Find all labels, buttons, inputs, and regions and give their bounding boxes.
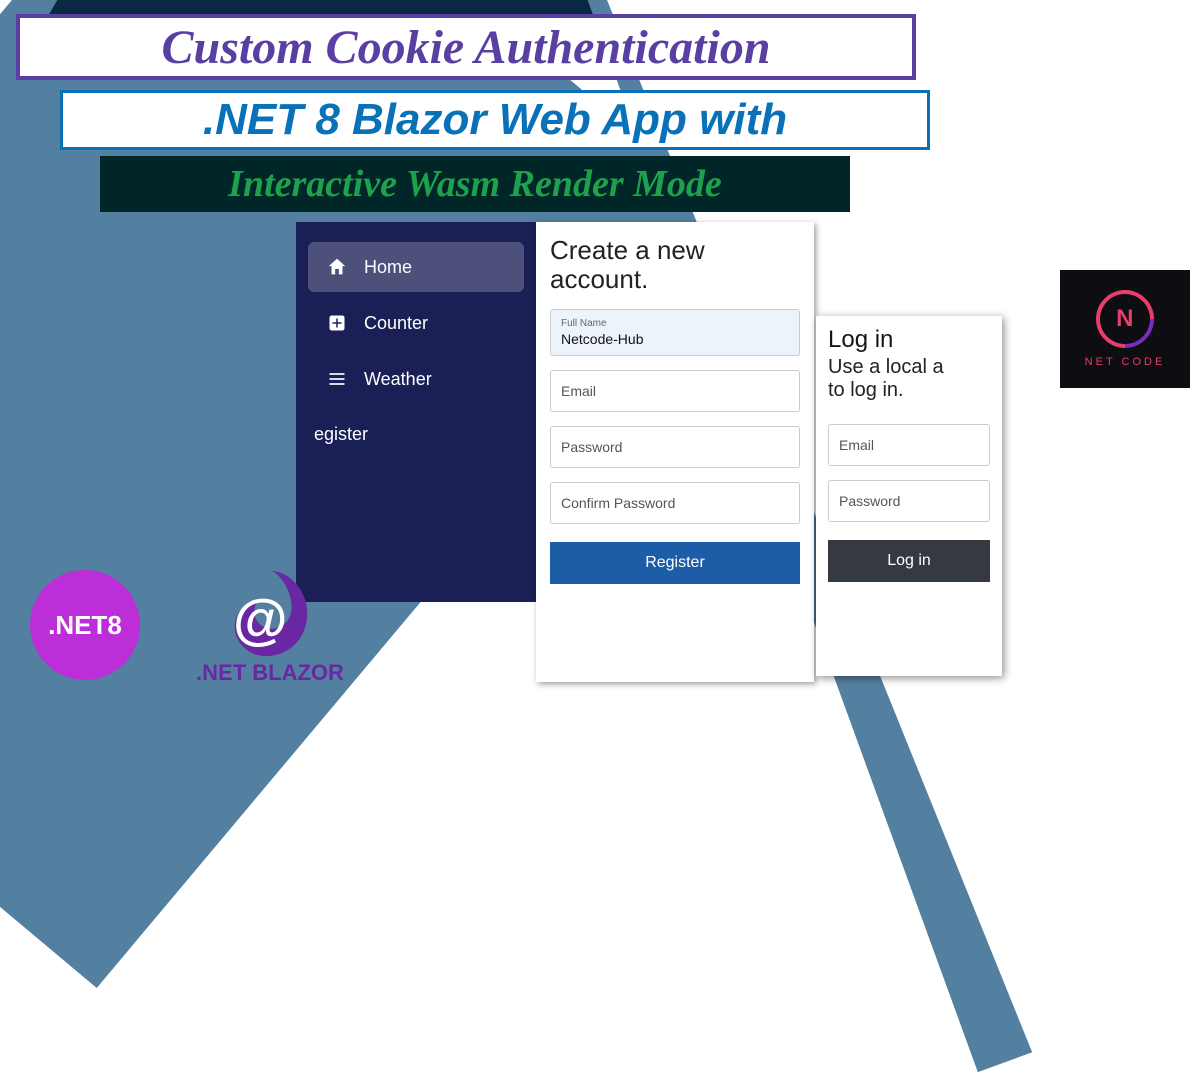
title-text-1: Custom Cookie Authentication — [161, 20, 770, 75]
netcode-logo-badge: N NET CODE — [1060, 270, 1190, 388]
create-heading: Create a new account. — [550, 236, 800, 293]
net8-badge: .NET8 — [30, 570, 140, 680]
title-text-3: Interactive Wasm Render Mode — [228, 162, 722, 206]
sidebar-item-weather[interactable]: Weather — [308, 354, 524, 404]
plus-icon — [326, 312, 348, 334]
login-button[interactable]: Log in — [828, 540, 990, 582]
login-email-label: Email — [839, 433, 979, 457]
register-button[interactable]: Register — [550, 542, 800, 584]
title-bar-2: .NET 8 Blazor Web App with — [60, 90, 930, 150]
password-label: Password — [561, 435, 789, 459]
sidebar-nav: Home Counter Weather egister — [296, 222, 536, 602]
sidebar-item-label: egister — [314, 424, 368, 445]
net8-label: .NET8 — [48, 610, 122, 641]
title-text-2: .NET 8 Blazor Web App with — [203, 95, 787, 145]
sidebar-item-label: Weather — [364, 369, 432, 390]
confirm-password-label: Confirm Password — [561, 491, 789, 515]
create-account-panel: Create a new account. Full Name Netcode-… — [536, 222, 814, 682]
login-panel: Log in Use a local ato log in. Email Pas… — [816, 316, 1002, 676]
email-label: Email — [561, 379, 789, 403]
blazor-flame-icon: @ — [221, 566, 319, 664]
title-bar-3: Interactive Wasm Render Mode — [100, 156, 850, 212]
netcode-n-icon: N — [1116, 305, 1133, 333]
sidebar-item-home[interactable]: Home — [308, 242, 524, 292]
home-icon — [326, 256, 348, 278]
netcode-label: NET CODE — [1085, 356, 1166, 368]
sidebar-item-label: Home — [364, 257, 412, 278]
fullname-value: Netcode-Hub — [561, 331, 789, 347]
netcode-ring-icon: N — [1084, 278, 1166, 360]
login-password-field[interactable]: Password — [828, 480, 990, 522]
login-subheading: Use a local ato log in. — [828, 356, 990, 402]
at-icon: @ — [233, 586, 288, 651]
password-field[interactable]: Password — [550, 426, 800, 468]
login-email-field[interactable]: Email — [828, 424, 990, 466]
title-bar-1: Custom Cookie Authentication — [16, 14, 916, 80]
confirm-password-field[interactable]: Confirm Password — [550, 482, 800, 524]
fullname-field[interactable]: Full Name Netcode-Hub — [550, 309, 800, 356]
blazor-badge: @ .NET BLAZOR — [170, 566, 370, 686]
sidebar-item-register[interactable]: egister — [296, 410, 524, 459]
login-password-label: Password — [839, 489, 979, 513]
fullname-label: Full Name — [561, 318, 789, 329]
email-field[interactable]: Email — [550, 370, 800, 412]
sidebar-item-label: Counter — [364, 313, 428, 334]
sidebar-item-counter[interactable]: Counter — [308, 298, 524, 348]
login-heading: Log in — [828, 326, 990, 354]
list-icon — [326, 368, 348, 390]
